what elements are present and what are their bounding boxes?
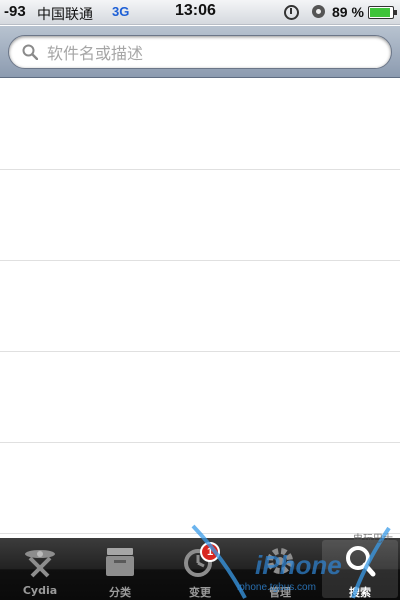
- list-item: [0, 352, 400, 443]
- list-item: [0, 443, 400, 534]
- search-icon: [22, 44, 38, 60]
- cydia-icon: [25, 550, 55, 578]
- tab-label: 分类: [109, 586, 131, 599]
- tab-search[interactable]: 搜索: [322, 540, 398, 599]
- search-bar: [0, 26, 400, 78]
- search-icon: [346, 546, 376, 577]
- network-type: 3G: [112, 4, 130, 19]
- list-item: [0, 170, 400, 261]
- status-bar: -93 中国联通 3G 13:06 89 %: [0, 0, 400, 25]
- clock-icon: [284, 5, 299, 20]
- list-item: [0, 79, 400, 170]
- tab-changes[interactable]: 1 变更: [162, 540, 238, 599]
- tab-label: 变更: [189, 586, 211, 599]
- carrier-name: 中国联通: [37, 7, 93, 23]
- changes-badge: 1: [200, 542, 220, 562]
- tab-label: 管理: [269, 586, 291, 599]
- tab-cydia[interactable]: Cydia: [2, 540, 78, 598]
- battery-percent: 89 %: [332, 4, 364, 20]
- sections-icon: [106, 548, 134, 576]
- tab-bar: Cydia 分类 1 变更 管理 搜索: [0, 538, 400, 600]
- orientation-lock-icon: [312, 5, 325, 18]
- manage-icon: [267, 548, 293, 574]
- signal-strength: -93: [4, 3, 26, 20]
- tab-manage[interactable]: 管理: [242, 540, 318, 599]
- results-list: [0, 79, 400, 538]
- battery-fill: [370, 8, 390, 17]
- battery-icon: [368, 6, 397, 19]
- search-field[interactable]: [8, 35, 392, 69]
- tab-label: Cydia: [22, 584, 58, 597]
- list-item: [0, 261, 400, 352]
- clock-time: 13:06: [175, 2, 216, 19]
- tab-sections[interactable]: 分类: [82, 540, 158, 599]
- search-input[interactable]: [47, 40, 377, 66]
- tab-label: 搜索: [349, 586, 371, 599]
